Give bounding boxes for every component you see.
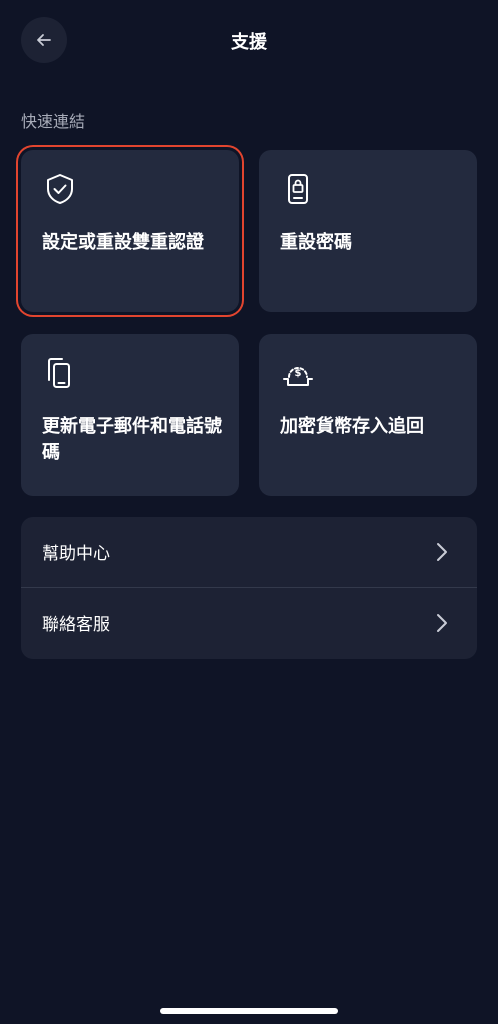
card-label: 更新電子郵件和電話號碼 [42, 416, 222, 463]
list-item-label: 幫助中心 [42, 544, 110, 564]
list-item-contact-support[interactable]: 聯絡客服 [21, 588, 477, 658]
chevron-right-icon [437, 614, 447, 632]
list-item-help-center[interactable]: 幫助中心 [21, 517, 477, 587]
card-reset-password[interactable]: 重設密碼 [259, 150, 477, 312]
home-indicator [160, 1008, 338, 1014]
header: 支援 [0, 0, 498, 80]
card-label: 設定或重設雙重認證 [42, 232, 204, 253]
card-crypto-recovery[interactable]: $ 加密貨幣存入追回 [259, 334, 477, 496]
support-list: 幫助中心 聯絡客服 [21, 517, 477, 659]
copy-phone-icon [48, 358, 70, 388]
shield-check-icon [47, 174, 73, 204]
section-label: 快速連結 [21, 112, 86, 131]
card-update-contact[interactable]: 更新電子郵件和電話號碼 [21, 334, 239, 496]
card-label: 加密貨幣存入追回 [280, 416, 424, 437]
card-2fa[interactable]: 設定或重設雙重認證 [21, 150, 239, 312]
page-title: 支援 [231, 32, 267, 53]
dollar-deposit-icon: $ [283, 367, 313, 386]
phone-lock-icon [288, 174, 308, 204]
card-label: 重設密碼 [280, 232, 352, 253]
list-item-label: 聯絡客服 [42, 615, 110, 635]
chevron-right-icon [437, 543, 447, 561]
svg-text:$: $ [295, 368, 302, 379]
